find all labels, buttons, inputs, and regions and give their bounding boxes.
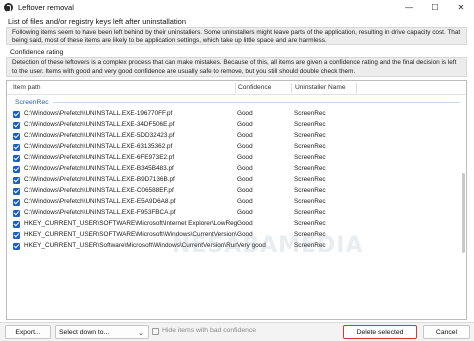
item-confidence: Good — [237, 187, 253, 194]
item-checkbox[interactable] — [13, 121, 20, 129]
column-separator[interactable] — [235, 83, 236, 93]
vertical-scrollbar[interactable] — [462, 173, 465, 253]
item-path: C:\Windows\Prefetch\UNINSTALL.EXE-B345B4… — [24, 165, 174, 172]
column-confidence[interactable]: Confidence — [238, 84, 271, 91]
window-title: Leftover removal — [18, 3, 74, 12]
intro-text: Following items seem to have been left b… — [6, 27, 467, 45]
list-item[interactable]: C:\Windows\Prefetch\UNINSTALL.EXE-196770… — [7, 109, 466, 120]
list-item[interactable]: C:\Windows\Prefetch\UNINSTALL.EXE-B9D713… — [7, 175, 466, 186]
item-checkbox[interactable] — [13, 176, 20, 184]
column-uninstaller-name[interactable]: Uninstaller Name — [295, 84, 346, 91]
item-confidence: Good — [237, 209, 253, 216]
item-uninstaller-name: ScreenRec — [294, 176, 326, 183]
item-uninstaller-name: ScreenRec — [294, 209, 326, 216]
item-confidence: Good — [237, 154, 253, 161]
list-item[interactable]: C:\Windows\Prefetch\UNINSTALL.EXE-F953FB… — [7, 208, 466, 219]
item-checkbox[interactable] — [13, 165, 20, 173]
item-confidence: Good — [237, 176, 253, 183]
column-separator[interactable] — [291, 83, 292, 93]
item-confidence: Good — [237, 132, 253, 139]
item-path: C:\Windows\Prefetch\UNINSTALL.EXE-196770… — [24, 110, 173, 117]
item-checkbox[interactable] — [13, 209, 20, 217]
item-checkbox[interactable] — [13, 220, 20, 228]
item-path: C:\Windows\Prefetch\UNINSTALL.EXE-34DF50… — [24, 121, 175, 128]
list-item[interactable]: C:\Windows\Prefetch\UNINSTALL.EXE-631353… — [7, 142, 466, 153]
cancel-button[interactable]: Cancel — [423, 325, 470, 339]
list-item[interactable]: C:\Windows\Prefetch\UNINSTALL.EXE-C06588… — [7, 186, 466, 197]
item-checkbox[interactable] — [13, 132, 20, 140]
item-uninstaller-name: ScreenRec — [294, 121, 326, 128]
confidence-text: Detection of these leftovers is a comple… — [6, 57, 467, 77]
minimize-button[interactable]: — — [396, 0, 422, 15]
group-name: ScreenRec — [15, 98, 49, 106]
item-confidence: Good — [237, 165, 253, 172]
footer-bar: Export... Select down to... ⌄ Hide items… — [0, 322, 474, 341]
item-checkbox[interactable] — [13, 110, 20, 118]
column-separator[interactable] — [356, 83, 357, 93]
item-path: C:\Windows\Prefetch\UNINSTALL.EXE-C06588… — [24, 187, 174, 194]
item-uninstaller-name: ScreenRec — [294, 143, 326, 150]
item-path: C:\Windows\Prefetch\UNINSTALL.EXE-6FE973… — [24, 154, 175, 161]
maximize-button[interactable]: ☐ — [422, 0, 448, 15]
list-item[interactable]: C:\Windows\Prefetch\UNINSTALL.EXE-5DD324… — [7, 131, 466, 142]
list-item[interactable]: C:\Windows\Prefetch\UNINSTALL.EXE-6FE973… — [7, 153, 466, 164]
item-checkbox[interactable] — [13, 231, 20, 239]
item-uninstaller-name: ScreenRec — [294, 132, 326, 139]
item-checkbox[interactable] — [13, 187, 20, 195]
intro-heading: List of files and/or registry keys left … — [8, 17, 187, 26]
app-icon — [4, 3, 13, 12]
column-item-path[interactable]: Item path — [13, 84, 41, 91]
item-uninstaller-name: ScreenRec — [294, 165, 326, 172]
list-item[interactable]: HKEY_CURRENT_USER\SOFTWARE\Microsoft\Int… — [7, 219, 466, 230]
window-controls: — ☐ ✕ — [396, 0, 474, 15]
item-confidence: Good — [237, 220, 253, 227]
hide-bad-confidence-checkbox[interactable] — [152, 328, 159, 335]
item-checkbox[interactable] — [13, 154, 20, 162]
group-divider — [52, 101, 460, 103]
item-path: HKEY_CURRENT_USER\SOFTWARE\Microsoft\Int… — [24, 220, 237, 227]
item-uninstaller-name: ScreenRec — [294, 187, 326, 194]
item-uninstaller-name: ScreenRec — [294, 154, 326, 161]
item-checkbox[interactable] — [13, 198, 20, 206]
item-path: C:\Windows\Prefetch\UNINSTALL.EXE-E5A9D6… — [24, 198, 176, 205]
item-checkbox[interactable] — [13, 242, 20, 250]
hide-bad-confidence-label: Hide items with bad confidence — [162, 327, 257, 334]
delete-selected-button[interactable]: Delete selected — [343, 325, 417, 339]
list-item[interactable]: C:\Windows\Prefetch\UNINSTALL.EXE-E5A9D6… — [7, 197, 466, 208]
list-item[interactable]: C:\Windows\Prefetch\UNINSTALL.EXE-B345B4… — [7, 164, 466, 175]
item-uninstaller-name: ScreenRec — [294, 110, 326, 117]
list-item[interactable]: C:\Windows\Prefetch\UNINSTALL.EXE-34DF50… — [7, 120, 466, 131]
item-confidence: Good — [237, 110, 253, 117]
group-header[interactable]: ScreenRec — [15, 97, 460, 107]
item-uninstaller-name: ScreenRec — [294, 198, 326, 205]
chevron-down-icon: ⌄ — [138, 330, 144, 337]
close-button[interactable]: ✕ — [448, 0, 474, 15]
export-button[interactable]: Export... — [5, 325, 51, 339]
select-down-label: Select down to... — [59, 328, 110, 336]
item-confidence: Good — [237, 121, 253, 128]
title-bar: Leftover removal — ☐ ✕ — [0, 0, 474, 15]
item-path: C:\Windows\Prefetch\UNINSTALL.EXE-B9D713… — [24, 176, 175, 183]
item-path: C:\Windows\Prefetch\UNINSTALL.EXE-5DD324… — [24, 132, 175, 139]
item-confidence: Good — [237, 198, 253, 205]
confidence-heading: Confidence rating — [10, 49, 64, 56]
leftover-list[interactable]: Item path Confidence Uninstaller Name Sc… — [6, 80, 467, 320]
item-checkbox[interactable] — [13, 143, 20, 151]
item-path: C:\Windows\Prefetch\UNINSTALL.EXE-631353… — [24, 143, 173, 150]
item-confidence: Good — [237, 143, 253, 150]
item-path: C:\Windows\Prefetch\UNINSTALL.EXE-F953FB… — [24, 209, 176, 216]
select-down-dropdown[interactable]: Select down to... ⌄ — [55, 325, 149, 339]
item-uninstaller-name: ScreenRec — [294, 220, 326, 227]
list-header: Item path Confidence Uninstaller Name — [7, 81, 466, 95]
watermark: NESABAMEDIA — [172, 233, 364, 258]
